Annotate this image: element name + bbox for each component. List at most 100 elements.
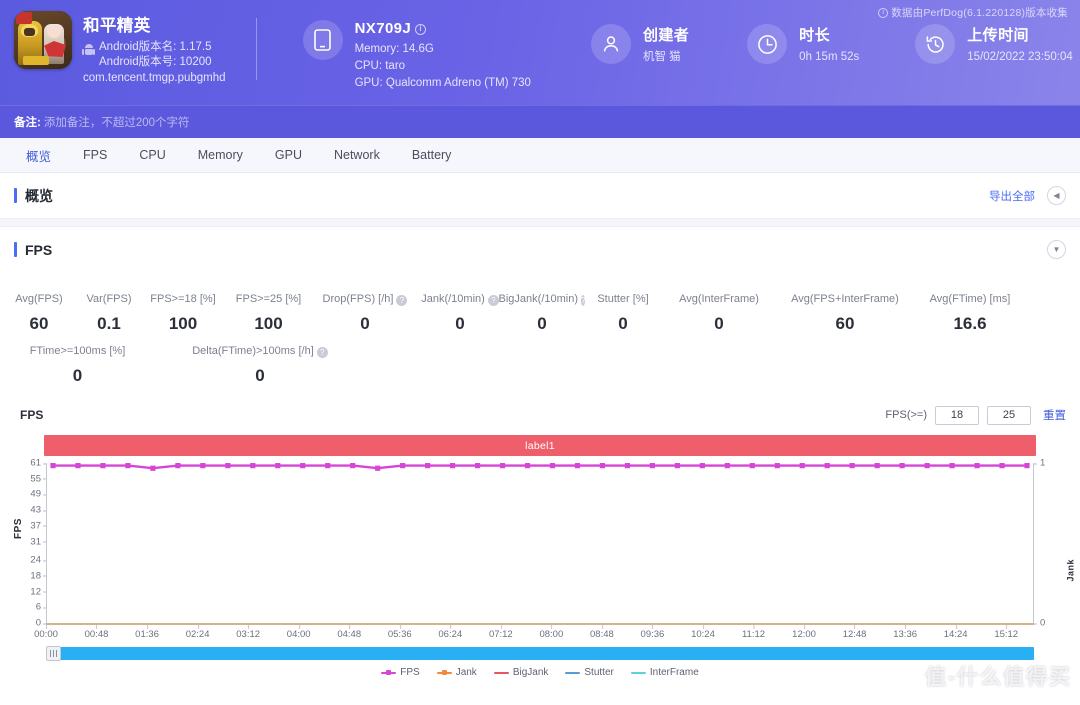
y-axis-ticks: 0 6 12 18 24 31 37 43 49 55 61 xyxy=(24,458,47,629)
overview-title: 概览 xyxy=(25,187,53,204)
overview-section-header: 概览 导出全部 ◀ xyxy=(0,173,1080,218)
help-icon[interactable]: ? xyxy=(316,347,328,358)
x-tick: 10:24 xyxy=(691,625,715,640)
info-icon: i xyxy=(878,7,889,18)
remark-label: 备注: xyxy=(14,117,41,129)
upload-time-value: 15/02/2022 23:50:04 xyxy=(967,51,1073,63)
metric-value: 100 xyxy=(168,314,198,333)
x-axis-ticks: 00:00 00:48 01:36 02:24 03:12 04:00 04:48 05:36… xyxy=(34,625,1034,641)
x-tick: 14:24 xyxy=(943,625,968,640)
y-tick: 31 xyxy=(30,536,46,548)
legend-swatch xyxy=(493,671,509,674)
fps-title: FPS xyxy=(25,241,53,258)
y-tick: 37 xyxy=(30,520,46,532)
metric-label: Avg(FPS+InterFrame) xyxy=(791,293,899,305)
metric-cell: Var(FPS) 0.1 xyxy=(78,282,140,334)
creator-block: 创建者 机智 猫 xyxy=(590,0,689,65)
upload-time-title: 上传时间 xyxy=(967,27,1029,44)
y2-axis-label: Jank xyxy=(1066,559,1076,582)
reset-button[interactable]: 重置 xyxy=(1043,407,1066,423)
y-tick: 43 xyxy=(30,504,46,516)
help-icon[interactable]: ? xyxy=(487,295,499,306)
y-axis-label: FPS xyxy=(13,518,24,539)
x-tick: 00:48 xyxy=(84,625,109,640)
y-tick: 6 xyxy=(35,601,47,613)
app-package-name: com.tencent.tmgp.pubgmhd xyxy=(83,72,226,84)
tab-Network[interactable]: Network xyxy=(318,138,396,173)
tab-CPU[interactable]: CPU xyxy=(123,138,181,173)
fps-threshold-input-2[interactable]: 25 xyxy=(987,405,1031,425)
export-all-button[interactable]: 导出全部 xyxy=(989,188,1035,204)
metric-cell: Stutter [%] 0 xyxy=(583,282,663,334)
fps-chart-panel: FPS FPS(>=) 18 25 重置 label1 FPS 0 6 12 18 24… xyxy=(0,404,1080,678)
remark-bar[interactable]: 备注: 添加备注，不超过200个字符 xyxy=(0,105,1080,138)
help-icon[interactable]: ? xyxy=(396,295,408,306)
chart-range-slider[interactable] xyxy=(46,646,1034,661)
metric-cell: Drop(FPS) [/h]? 0 xyxy=(311,282,419,334)
legend-item-Jank[interactable]: Jank xyxy=(436,667,477,678)
metric-value: 0 xyxy=(360,314,370,333)
app-icon xyxy=(14,11,72,69)
legend-label: FPS xyxy=(400,667,420,678)
creator-name: 机智 猫 xyxy=(642,51,681,63)
chart-canvas[interactable] xyxy=(46,463,1034,623)
legend-label: BigJank xyxy=(512,667,549,678)
x-tick: 13:36 xyxy=(893,625,918,640)
x-tick: 04:48 xyxy=(337,625,362,640)
tab-GPU[interactable]: GPU xyxy=(259,138,318,173)
legend-swatch xyxy=(381,670,397,675)
app-info-block: 和平精英 Android版本名: 1.17.5 Android版本号: 1020… xyxy=(0,0,226,84)
fps-section-header: FPS ▼ xyxy=(0,227,1080,272)
metric-value: 0 xyxy=(618,314,628,333)
legend-item-Stutter[interactable]: Stutter xyxy=(565,667,614,678)
chart-title: FPS xyxy=(20,408,44,422)
metric-cell: Avg(InterFrame) 0 xyxy=(663,282,775,334)
x-tick: 02:24 xyxy=(185,625,210,640)
y-tick: 18 xyxy=(30,570,46,582)
tab-概览[interactable]: 概览 xyxy=(10,138,67,173)
tab-FPS[interactable]: FPS xyxy=(67,138,123,173)
x-tick: 06:24 xyxy=(438,625,463,640)
x-tick: 12:48 xyxy=(842,625,867,640)
metric-cell: Avg(FPS) 60 xyxy=(0,282,78,334)
y-tick: 61 xyxy=(30,457,46,469)
tab-Memory[interactable]: Memory xyxy=(182,138,259,173)
legend-item-BigJank[interactable]: BigJank xyxy=(493,667,549,678)
threshold-label: FPS(>=) xyxy=(885,409,927,421)
app-version-name: Android版本名: 1.17.5 xyxy=(99,41,212,53)
range-slider-track[interactable] xyxy=(46,647,1034,660)
fps-collapse-button[interactable]: ▼ xyxy=(1047,240,1066,259)
legend-item-InterFrame[interactable]: InterFrame xyxy=(630,667,699,678)
metric-cell: FPS>=18 [%] 100 xyxy=(140,282,226,334)
tab-Battery[interactable]: Battery xyxy=(396,138,468,173)
y2-tick: 0 xyxy=(1033,617,1046,629)
metric-label: Drop(FPS) [/h]? xyxy=(311,282,419,308)
device-cpu: CPU: taro xyxy=(354,60,406,72)
device-info-block: NX709J i Memory: 14.6G CPU: taro GPU: Qua… xyxy=(302,0,531,92)
clock-icon xyxy=(747,24,788,64)
overview-collapse-button[interactable]: ◀ xyxy=(1047,186,1066,205)
remark-placeholder[interactable]: 添加备注，不超过200个字符 xyxy=(44,114,190,130)
legend-label: Stutter xyxy=(584,667,614,678)
metric-cell: FTime>=100ms [%] 0 xyxy=(0,334,155,386)
fps-threshold-input-1[interactable]: 18 xyxy=(935,405,979,425)
metric-label: Var(FPS) xyxy=(86,293,132,305)
info-icon[interactable]: i xyxy=(415,23,427,35)
x-tick: 11:12 xyxy=(741,625,766,640)
metric-label: FTime>=100ms [%] xyxy=(29,345,126,357)
legend-label: Jank xyxy=(455,667,477,678)
chart-label-bar[interactable]: label1 xyxy=(44,435,1036,456)
legend-item-FPS[interactable]: FPS xyxy=(381,667,420,678)
metric-cell: Avg(FPS+InterFrame) 60 xyxy=(775,282,915,334)
metric-value: 100 xyxy=(254,314,283,333)
range-slider-handle-left[interactable] xyxy=(46,646,61,661)
duration-value: 0h 15m 52s xyxy=(799,51,860,63)
x-tick: 07:12 xyxy=(488,625,513,640)
app-meta: 和平精英 Android版本名: 1.17.5 Android版本号: 1020… xyxy=(82,11,226,84)
metric-value: 0 xyxy=(714,314,724,333)
section-accent-bar xyxy=(14,242,17,257)
metric-cell: Avg(FTime) [ms] 16.6 xyxy=(915,282,1025,334)
x-tick: 03:12 xyxy=(236,625,261,640)
metric-label: FPS>=25 [%] xyxy=(235,293,302,305)
metric-label: Avg(FPS) xyxy=(15,293,63,305)
